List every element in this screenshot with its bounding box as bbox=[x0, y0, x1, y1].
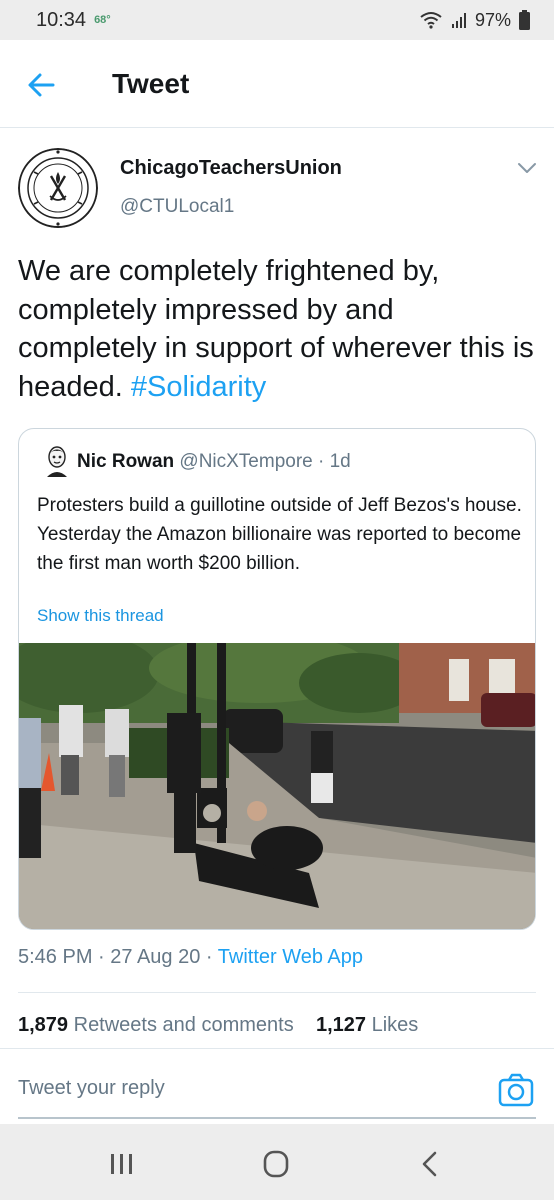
reply-bar: Tweet your reply bbox=[0, 1048, 554, 1120]
quoted-tweet-header: Nic Rowan @NicXTempore · 1d bbox=[77, 451, 351, 473]
quoted-author-name: Nic Rowan bbox=[77, 451, 175, 472]
hashtag-link[interactable]: #Solidarity bbox=[131, 371, 266, 403]
reply-underline bbox=[18, 1117, 536, 1119]
retweets-label[interactable]: Retweets and comments bbox=[68, 1014, 294, 1036]
home-icon[interactable] bbox=[256, 1150, 296, 1178]
system-nav-bar bbox=[0, 1124, 554, 1200]
likes-label[interactable]: Likes bbox=[366, 1014, 419, 1036]
app-header: Tweet bbox=[0, 40, 554, 128]
ctu-logo-avatar[interactable] bbox=[18, 148, 98, 228]
timestamp-text: 5:46 PM · 27 Aug 20 · bbox=[18, 946, 218, 968]
status-time: 10:34 bbox=[36, 8, 87, 31]
nic-rowan-avatar bbox=[47, 446, 67, 477]
show-thread-link[interactable]: Show this thread bbox=[37, 606, 164, 626]
author-handle[interactable]: @CTULocal1 bbox=[120, 196, 234, 218]
battery-percent: 97% bbox=[474, 9, 511, 30]
chevron-down-icon[interactable] bbox=[516, 160, 538, 176]
battery-icon bbox=[519, 10, 530, 30]
status-bar: 10:34 68° 97% bbox=[0, 0, 554, 40]
engagement-stats: 1,879 Retweets and comments 1,127 Likes bbox=[18, 1014, 418, 1037]
signal-icon bbox=[451, 13, 466, 28]
back-nav-icon[interactable] bbox=[410, 1150, 450, 1178]
back-arrow-icon[interactable] bbox=[26, 70, 56, 100]
status-temperature: 68° bbox=[94, 14, 111, 26]
tweet-body: We are completely frightened by, complet… bbox=[18, 255, 534, 403]
tweet-timestamp: 5:46 PM · 27 Aug 20 · Twitter Web App bbox=[18, 946, 363, 969]
divider bbox=[18, 992, 536, 993]
source-link[interactable]: Twitter Web App bbox=[218, 946, 363, 968]
wifi-icon bbox=[420, 12, 442, 29]
author-name[interactable]: ChicagoTeachersUnion bbox=[120, 157, 342, 180]
page-title: Tweet bbox=[112, 68, 190, 99]
recent-apps-icon[interactable] bbox=[102, 1150, 142, 1178]
quoted-tweet-photo[interactable] bbox=[19, 643, 536, 930]
quoted-author-handle: @NicXTempore · 1d bbox=[179, 451, 351, 472]
quoted-tweet-text: Protesters build a guillotine outside of… bbox=[37, 495, 522, 574]
quoted-tweet-card[interactable]: Nic Rowan @NicXTempore · 1d Protesters b… bbox=[18, 428, 536, 930]
camera-icon[interactable] bbox=[498, 1073, 534, 1107]
likes-count[interactable]: 1,127 bbox=[316, 1014, 366, 1036]
reply-input[interactable]: Tweet your reply bbox=[18, 1077, 165, 1100]
retweets-count[interactable]: 1,879 bbox=[18, 1014, 68, 1036]
tweet-text: We are completely frightened by, complet… bbox=[18, 252, 538, 406]
